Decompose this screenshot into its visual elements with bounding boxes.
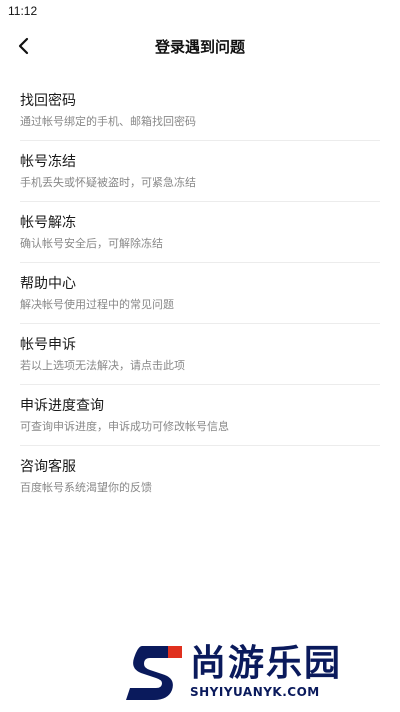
menu-item-title: 找回密码 (20, 92, 76, 109)
menu-item-desc: 百度帐号系统渴望你的反馈 (20, 481, 152, 494)
menu-item-appeal-progress[interactable]: 申诉进度查询 可查询申诉进度，申诉成功可修改帐号信息 (20, 385, 380, 446)
menu-item-find-password[interactable]: 找回密码 通过帐号绑定的手机、邮箱找回密码 (20, 80, 380, 141)
watermark-text: 尚游乐园 SHYIYUANYK.COM (190, 644, 342, 700)
menu-item-account-appeal[interactable]: 帐号申诉 若以上选项无法解决，请点击此项 (20, 324, 380, 385)
nav-bar: 登录遇到问题 (0, 22, 400, 70)
watermark: 尚游乐园 SHYIYUANYK.COM (122, 640, 382, 704)
menu-item-customer-service[interactable]: 咨询客服 百度帐号系统渴望你的反馈 (20, 446, 380, 507)
menu-item-desc: 手机丢失或怀疑被盗时，可紧急冻结 (20, 175, 196, 189)
chevron-left-icon (18, 37, 29, 55)
watermark-en: SHYIYUANYK.COM (190, 685, 320, 699)
menu-item-unfreeze-account[interactable]: 帐号解冻 确认帐号安全后，可解除冻结 (20, 202, 380, 263)
status-time: 11:12 (8, 4, 38, 18)
menu-item-desc: 可查询申诉进度，申诉成功可修改帐号信息 (20, 419, 229, 433)
menu-item-freeze-account[interactable]: 帐号冻结 手机丢失或怀疑被盗时，可紧急冻结 (20, 141, 380, 202)
menu-item-title: 咨询客服 (20, 459, 76, 475)
menu-item-desc: 确认帐号安全后，可解除冻结 (20, 236, 163, 250)
menu-list: 找回密码 通过帐号绑定的手机、邮箱找回密码 帐号冻结 手机丢失或怀疑被盗时，可紧… (0, 80, 400, 507)
menu-item-title: 帐号冻结 (20, 153, 76, 170)
menu-item-title: 帐号解冻 (20, 214, 76, 231)
watermark-cn: 尚游乐园 (190, 643, 343, 684)
menu-item-title: 帮助中心 (20, 275, 76, 292)
status-bar: 11:12 (0, 0, 400, 22)
page-title: 登录遇到问题 (154, 37, 245, 56)
back-button[interactable] (8, 30, 40, 62)
menu-item-desc: 通过帐号绑定的手机、邮箱找回密码 (20, 114, 196, 128)
menu-item-title: 帐号申诉 (20, 336, 76, 353)
menu-item-help-center[interactable]: 帮助中心 解决帐号使用过程中的常见问题 (20, 263, 380, 324)
watermark-logo-icon (126, 646, 182, 700)
menu-item-desc: 若以上选项无法解决，请点击此项 (20, 358, 185, 372)
menu-item-title: 申诉进度查询 (20, 397, 104, 414)
menu-item-desc: 解决帐号使用过程中的常见问题 (20, 297, 174, 311)
